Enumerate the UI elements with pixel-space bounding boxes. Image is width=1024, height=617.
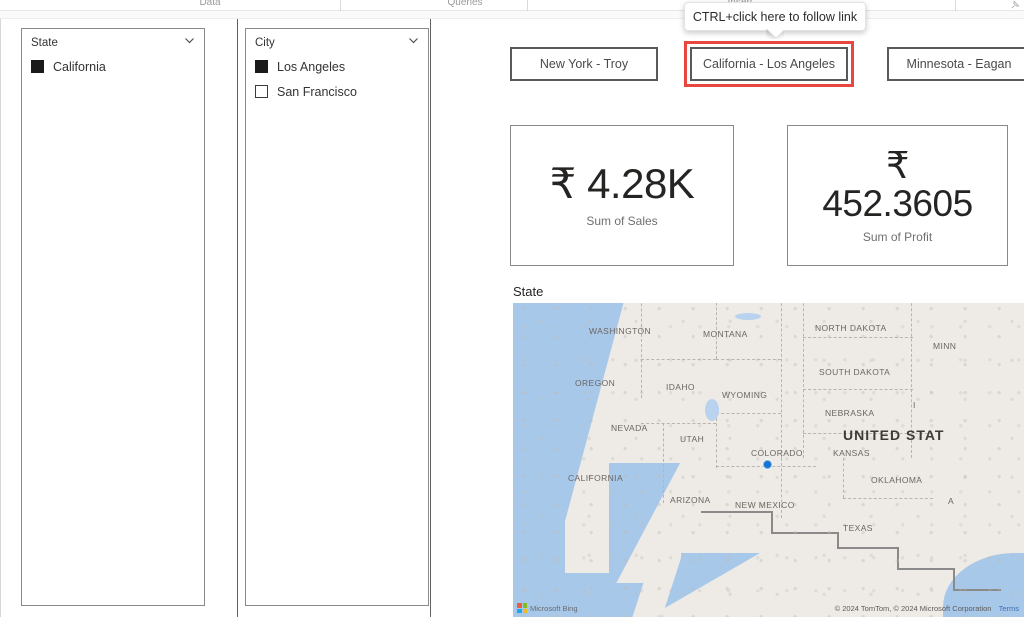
map-national-border xyxy=(771,511,773,533)
slicer-city-title: City xyxy=(255,37,275,49)
map-label-state: OKLAHOMA xyxy=(871,475,923,485)
map-label-state: KANSAS xyxy=(833,448,870,458)
map-national-border xyxy=(897,547,899,569)
map-terms-link[interactable]: Terms xyxy=(999,604,1019,613)
slicer-item-label: California xyxy=(53,59,106,74)
map-state-border xyxy=(803,389,913,390)
map-state-border xyxy=(843,458,844,498)
map-label-state: NORTH DAKOTA xyxy=(815,323,887,333)
map-label-state: WASHINGTON xyxy=(589,326,652,336)
map-state-border xyxy=(843,498,933,499)
map-state-border xyxy=(781,303,782,458)
bing-logo: Microsoft Bing xyxy=(517,603,578,613)
map-label-state: OREGON xyxy=(575,378,616,388)
map-national-border xyxy=(953,568,955,590)
map-label-state: COLORADO xyxy=(751,448,803,458)
map-visual[interactable]: WASHINGTON MONTANA NORTH DAKOTA MINN OREGON I… xyxy=(513,303,1024,617)
tooltip-arrow-icon xyxy=(766,29,784,39)
map-label-state: UTAH xyxy=(680,434,705,444)
map-attribution: © 2024 TomTom, © 2024 Microsoft Corporat… xyxy=(835,604,1019,613)
panel-divider-middle xyxy=(237,19,238,617)
map-attribution-text: © 2024 TomTom, © 2024 Microsoft Corporat… xyxy=(834,604,992,613)
map-national-border xyxy=(953,589,1001,591)
slicer-item-label: Los Angeles xyxy=(277,59,346,74)
slicer-state[interactable]: State California xyxy=(21,28,205,606)
nav-button-new-york-troy[interactable]: New York - Troy xyxy=(510,47,658,81)
map-state-border xyxy=(716,359,781,360)
map-national-border xyxy=(837,532,839,548)
map-label-state: TEXAS xyxy=(843,523,873,533)
chevron-down-icon[interactable] xyxy=(407,34,420,47)
map-label-state: CALIFORNIA xyxy=(568,473,624,483)
map-national-border xyxy=(771,532,839,534)
nav-button-california-los-angeles[interactable]: California - Los Angeles xyxy=(690,47,848,81)
map-state-border xyxy=(716,413,717,468)
slicer-item-label: San Francisco xyxy=(277,84,357,99)
map-label-state: WYOMING xyxy=(722,390,768,400)
map-lake xyxy=(735,313,761,320)
kpi-label-profit: Sum of Profit xyxy=(862,229,933,244)
nav-button-minnesota-eagan[interactable]: Minnesota - Eagan xyxy=(887,47,1024,81)
map-label-state: MONTANA xyxy=(703,329,748,339)
map-state-border xyxy=(803,303,804,458)
ribbon-strip: Data Queries Insert xyxy=(0,0,1024,11)
map-national-border xyxy=(837,547,899,549)
map-label-state: NEVADA xyxy=(611,423,648,433)
map-label-state: NEW MEXICO xyxy=(735,500,795,510)
map-data-point-los-angeles[interactable] xyxy=(763,460,772,469)
checkbox-los-angeles[interactable] xyxy=(255,60,268,73)
kpi-value-profit-symbol: ₹ xyxy=(885,145,910,187)
map-visual-title: State xyxy=(513,284,544,299)
panel-divider-right xyxy=(430,19,431,617)
slicer-item-los-angeles[interactable]: Los Angeles xyxy=(255,54,428,79)
kpi-value-sales: ₹ 4.28K xyxy=(549,159,695,207)
follow-link-tooltip: CTRL+click here to follow link xyxy=(684,2,866,31)
map-state-border xyxy=(803,337,913,338)
checkbox-california[interactable] xyxy=(31,60,44,73)
pin-icon[interactable] xyxy=(1011,0,1021,10)
map-state-border xyxy=(716,413,781,414)
map-state-border xyxy=(641,303,642,398)
map-label-country: UNITED STAT xyxy=(843,427,945,443)
kpi-card-sum-of-profit[interactable]: ₹ 452.3605 Sum of Profit xyxy=(787,125,1008,266)
map-national-border xyxy=(897,568,955,570)
ribbon-group-data[interactable]: Data xyxy=(150,0,270,9)
map-label-state: A xyxy=(948,496,955,506)
map-state-border xyxy=(641,423,716,424)
tooltip-text: CTRL+click here to follow link xyxy=(692,9,858,24)
ribbon-separator xyxy=(527,0,528,11)
ribbon-separator xyxy=(340,0,341,11)
kpi-label-sales: Sum of Sales xyxy=(586,214,658,229)
slicer-state-items: California xyxy=(22,51,204,79)
ribbon-group-queries[interactable]: Queries xyxy=(405,0,525,9)
chevron-down-icon[interactable] xyxy=(183,34,196,47)
map-state-border xyxy=(641,359,716,360)
kpi-card-sum-of-sales[interactable]: ₹ 4.28K Sum of Sales xyxy=(510,125,734,266)
slicer-city-header: City xyxy=(246,29,428,51)
slicer-state-header: State xyxy=(22,29,204,51)
slicer-item-san-francisco[interactable]: San Francisco xyxy=(255,79,428,104)
map-lake xyxy=(705,399,719,421)
ribbon-separator xyxy=(955,0,956,11)
kpi-value-profit-number: 452.3605 xyxy=(822,183,973,224)
checkbox-san-francisco[interactable] xyxy=(255,85,268,98)
slicer-city[interactable]: City Los Angeles San Francisco xyxy=(245,28,429,606)
map-label-state: I xyxy=(913,400,916,410)
map-label-state: IDAHO xyxy=(666,382,695,392)
slicer-item-california[interactable]: California xyxy=(31,54,204,79)
bing-logo-label: Microsoft Bing xyxy=(530,603,578,613)
ribbon-underline xyxy=(0,11,1024,19)
map-label-state: MINN xyxy=(933,341,957,351)
map-label-state: NEBRASKA xyxy=(825,408,875,418)
microsoft-logo-icon xyxy=(517,603,527,613)
slicer-city-items: Los Angeles San Francisco xyxy=(246,51,428,104)
map-label-state: SOUTH DAKOTA xyxy=(819,367,891,377)
map-state-border xyxy=(663,423,664,503)
panel-divider-left xyxy=(0,19,1,617)
slicer-state-title: State xyxy=(31,37,58,49)
map-national-border xyxy=(701,511,773,513)
map-coastline-southwest xyxy=(663,553,783,617)
map-label-state: ARIZONA xyxy=(670,495,711,505)
